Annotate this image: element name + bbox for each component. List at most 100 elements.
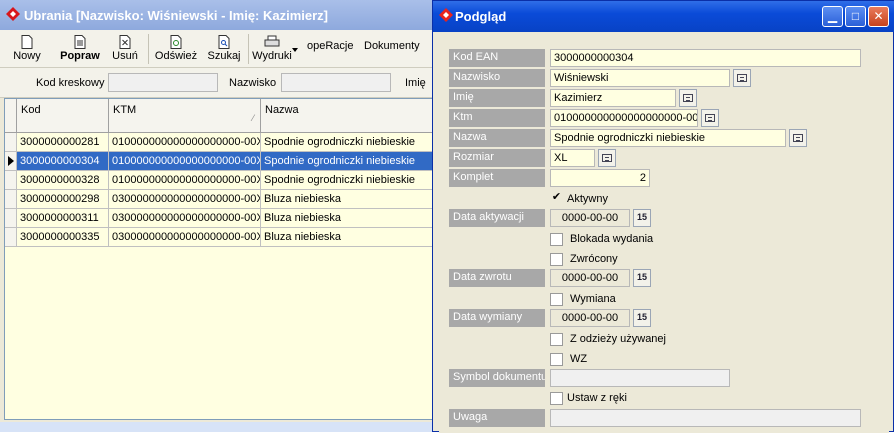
current-row-arrow-icon: [8, 156, 14, 166]
return-date-calendar-button[interactable]: 15: [633, 269, 651, 287]
cell-nazwa[interactable]: Spodnie ogrodniczki niebieskie: [261, 152, 433, 171]
cell-kod[interactable]: 3000000000281: [17, 133, 109, 152]
cell-ktm[interactable]: 010000000000000000000-00XL: [109, 171, 261, 190]
table-row[interactable]: 3000000000281 010000000000000000000-00XL S…: [5, 133, 433, 152]
name-field[interactable]: Spodnie ogrodniczki niebieskie: [550, 129, 786, 147]
cell-nazwa[interactable]: Bluza niebieska: [261, 190, 433, 209]
row-indicator[interactable]: [5, 209, 17, 228]
document-symbol-label: Symbol dokumentu: [449, 369, 545, 387]
new-button[interactable]: Nowy: [12, 32, 42, 66]
row-indicator[interactable]: [5, 190, 17, 209]
exchange-date-calendar-button[interactable]: 15: [633, 309, 651, 327]
operations-menu[interactable]: opeRacje: [307, 40, 353, 52]
exchange-checkbox[interactable]: [550, 293, 563, 306]
cell-nazwa[interactable]: Spodnie ogrodniczki niebieskie: [261, 133, 433, 152]
column-header-ktm[interactable]: KTM ⁄: [109, 99, 261, 133]
cell-kod[interactable]: 3000000000328: [17, 171, 109, 190]
calendar-icon: 15: [636, 212, 647, 222]
note-field[interactable]: [550, 409, 861, 427]
set-field[interactable]: 2: [550, 169, 650, 187]
close-icon: ✕: [873, 9, 884, 23]
exchange-label: Wymiana: [570, 293, 616, 305]
table-row[interactable]: 3000000000298 030000000000000000000-00XL B…: [5, 190, 433, 209]
size-picker-button[interactable]: [598, 149, 616, 167]
list-picker-icon: [793, 134, 803, 142]
row-indicator[interactable]: [5, 228, 17, 247]
app-logo-icon: [6, 7, 20, 21]
cell-nazwa[interactable]: Bluza niebieska: [261, 228, 433, 247]
surname-filter-input[interactable]: [281, 73, 391, 92]
surname-field[interactable]: Wiśniewski: [550, 69, 730, 87]
activation-date-calendar-button[interactable]: 15: [633, 209, 651, 227]
delete-button-label: Usuń: [112, 50, 138, 62]
ktm-picker-button[interactable]: [701, 109, 719, 127]
cell-ktm[interactable]: 030000000000000000000-00XL: [109, 190, 261, 209]
cell-nazwa[interactable]: Spodnie ogrodniczki niebieskie: [261, 171, 433, 190]
refresh-button-label: Odśwież: [154, 50, 198, 62]
podglad-title-bar[interactable]: Podgląd ▁ □ ✕: [433, 1, 894, 32]
barcode-filter-input[interactable]: [108, 73, 218, 92]
column-header-nazwa[interactable]: Nazwa: [261, 99, 433, 133]
toolbar: Nowy Popraw Usuń Odśwież Szukaj Wydruki …: [0, 30, 440, 68]
row-indicator[interactable]: [5, 133, 17, 152]
issue-block-checkbox[interactable]: [550, 233, 563, 246]
wz-checkbox[interactable]: [550, 353, 563, 366]
minimize-button[interactable]: ▁: [822, 6, 843, 27]
cell-ktm[interactable]: 010000000000000000000-00XL: [109, 152, 261, 171]
exchange-date-field[interactable]: 0000-00-00: [550, 309, 630, 327]
search-button[interactable]: Szukaj: [204, 32, 244, 66]
set-manually-checkbox[interactable]: [550, 392, 563, 405]
cell-kod[interactable]: 3000000000335: [17, 228, 109, 247]
row-indicator[interactable]: [5, 152, 17, 171]
cell-kod[interactable]: 3000000000298: [17, 190, 109, 209]
return-date-label: Data zwrotu: [449, 269, 545, 287]
active-checkbox[interactable]: ✔: [550, 192, 563, 205]
edit-button[interactable]: Popraw: [56, 32, 104, 66]
table-row[interactable]: 3000000000304 010000000000000000000-00XL S…: [5, 152, 433, 171]
cell-ktm[interactable]: 030000000000000000000-00XL: [109, 228, 261, 247]
prints-button[interactable]: Wydruki: [250, 32, 294, 66]
column-header-ktm-label: KTM: [113, 104, 137, 116]
new-document-icon: [21, 35, 33, 49]
ean-field[interactable]: 3000000000304: [550, 49, 861, 67]
set-manually-label: Ustaw z ręki: [567, 392, 627, 404]
table-row[interactable]: 3000000000311 030000000000000000000-00XL B…: [5, 209, 433, 228]
size-field[interactable]: XL: [550, 149, 595, 167]
cell-nazwa[interactable]: Bluza niebieska: [261, 209, 433, 228]
cell-ktm[interactable]: 030000000000000000000-00XL: [109, 209, 261, 228]
barcode-filter-label: Kod kreskowy: [36, 77, 105, 89]
close-button[interactable]: ✕: [868, 6, 889, 27]
name-picker-button[interactable]: [789, 129, 807, 147]
document-symbol-field[interactable]: [550, 369, 730, 387]
cell-kod[interactable]: 3000000000311: [17, 209, 109, 228]
maximize-button[interactable]: □: [845, 6, 866, 27]
firstname-picker-button[interactable]: [679, 89, 697, 107]
returned-checkbox[interactable]: [550, 253, 563, 266]
row-indicator[interactable]: [5, 171, 17, 190]
list-picker-icon: [705, 114, 715, 122]
toolbar-separator: [148, 34, 149, 64]
dropdown-arrow-icon[interactable]: [292, 48, 298, 52]
ubrania-title-bar[interactable]: Ubrania [Nazwisko: Wiśniewski - Imię: Ka…: [0, 0, 440, 30]
activation-date-field[interactable]: 0000-00-00: [550, 209, 630, 227]
return-date-field[interactable]: 0000-00-00: [550, 269, 630, 287]
column-header-kod[interactable]: Kod: [17, 99, 109, 133]
delete-button[interactable]: Usuń: [108, 32, 142, 66]
ktm-field[interactable]: 010000000000000000000-00XL: [550, 109, 698, 127]
table-row[interactable]: 3000000000335 030000000000000000000-00XL B…: [5, 228, 433, 247]
firstname-field[interactable]: Kazimierz: [550, 89, 676, 107]
status-bar: [0, 422, 440, 432]
surname-picker-button[interactable]: [733, 69, 751, 87]
documents-menu[interactable]: Dokumenty: [364, 40, 420, 52]
toolbar-separator: [248, 34, 249, 64]
search-icon: [218, 35, 230, 49]
refresh-button[interactable]: Odśwież: [152, 32, 200, 66]
firstname-label: Imię: [449, 89, 545, 107]
table-row[interactable]: 3000000000328 010000000000000000000-00XL S…: [5, 171, 433, 190]
ktm-label: Ktm: [449, 109, 545, 127]
cell-ktm[interactable]: 010000000000000000000-00XL: [109, 133, 261, 152]
search-button-label: Szukaj: [207, 50, 241, 62]
maximize-icon: □: [851, 9, 860, 23]
used-clothing-checkbox[interactable]: [550, 333, 563, 346]
cell-kod[interactable]: 3000000000304: [17, 152, 109, 171]
